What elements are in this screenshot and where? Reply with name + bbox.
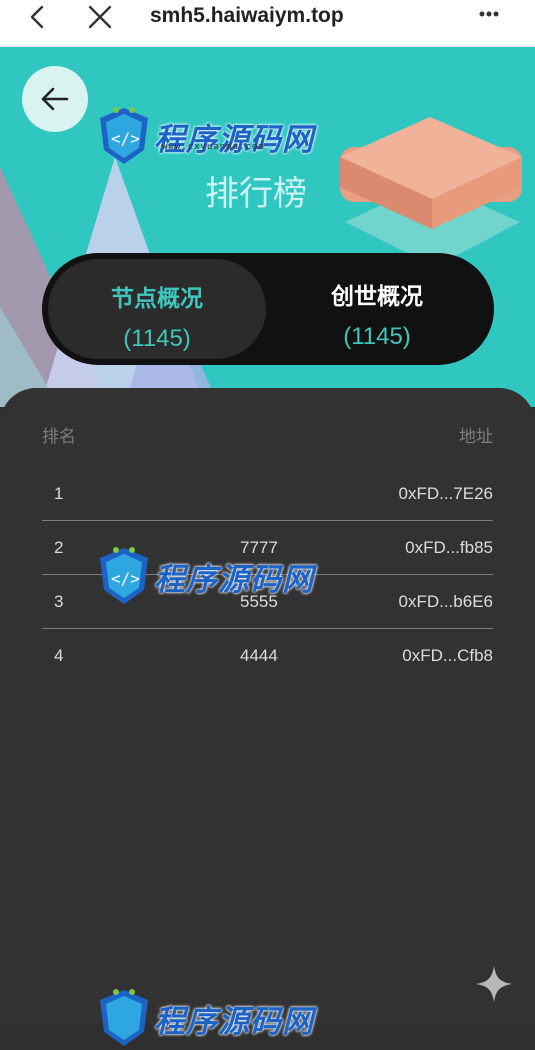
tab-node-overview[interactable]: 节点概况 (1145) — [48, 259, 266, 359]
row-rank: 1 — [54, 484, 64, 503]
watermark-text: 程序源码网 — [154, 561, 314, 598]
sparkle-icon[interactable] — [474, 964, 514, 1004]
ranking-panel: 排名 地址 1 0xFD...7E26 2 7777 0xFD...fb85 3… — [0, 388, 535, 1024]
overview-toggle: 节点概况 (1145) 创世概况 (1145) — [42, 253, 494, 365]
table-row: 1 0xFD...7E26 — [42, 468, 493, 521]
column-header-address: 地址 — [459, 427, 493, 447]
table-row: 4 4444 0xFD...Cfb8 — [42, 630, 493, 683]
more-icon[interactable] — [474, 2, 504, 32]
row-amount: 4444 — [240, 646, 278, 665]
browser-top-bar: smh5.haiwaiym.top — [0, 0, 535, 47]
row-divider — [42, 520, 493, 521]
watermark-subtext: www.cxyuanma.com — [162, 142, 265, 152]
row-address: 0xFD...b6E6 — [398, 592, 494, 611]
url-text[interactable]: smh5.haiwaiym.top — [150, 4, 344, 28]
watermark-logo-icon — [100, 989, 148, 1046]
arrow-left-icon — [41, 87, 69, 111]
watermark-logo-icon: </> — [100, 107, 148, 164]
tab-label: 节点概况 — [111, 286, 203, 312]
tab-count: (1145) — [123, 325, 191, 352]
tab-label: 创世概况 — [331, 284, 423, 310]
close-icon[interactable] — [86, 4, 114, 32]
watermark-logo-icon: </> — [100, 547, 148, 604]
row-address: 0xFD...fb85 — [405, 538, 493, 557]
back-icon[interactable] — [24, 4, 52, 32]
row-address: 0xFD...Cfb8 — [402, 646, 493, 665]
row-rank: 4 — [54, 646, 64, 665]
svg-text:</>: </> — [111, 129, 140, 148]
watermark: </> 程序源码网 — [94, 544, 314, 608]
tab-genesis-overview[interactable]: 创世概况 (1145) — [268, 259, 486, 359]
watermark: 程序源码网 — [94, 986, 314, 1050]
watermark-text: 程序源码网 — [154, 1003, 314, 1040]
svg-text:</>: </> — [111, 569, 140, 588]
row-rank: 3 — [54, 592, 64, 611]
row-divider — [42, 628, 493, 629]
back-button[interactable] — [22, 66, 88, 132]
row-address: 0xFD...7E26 — [398, 484, 494, 503]
column-header-rank: 排名 — [42, 427, 76, 447]
watermark: </> 程序源码网 www.cxyuanma.com — [94, 104, 314, 168]
tab-count: (1145) — [343, 323, 411, 350]
row-rank: 2 — [54, 538, 64, 557]
banner-title: 排行榜 — [205, 174, 307, 214]
